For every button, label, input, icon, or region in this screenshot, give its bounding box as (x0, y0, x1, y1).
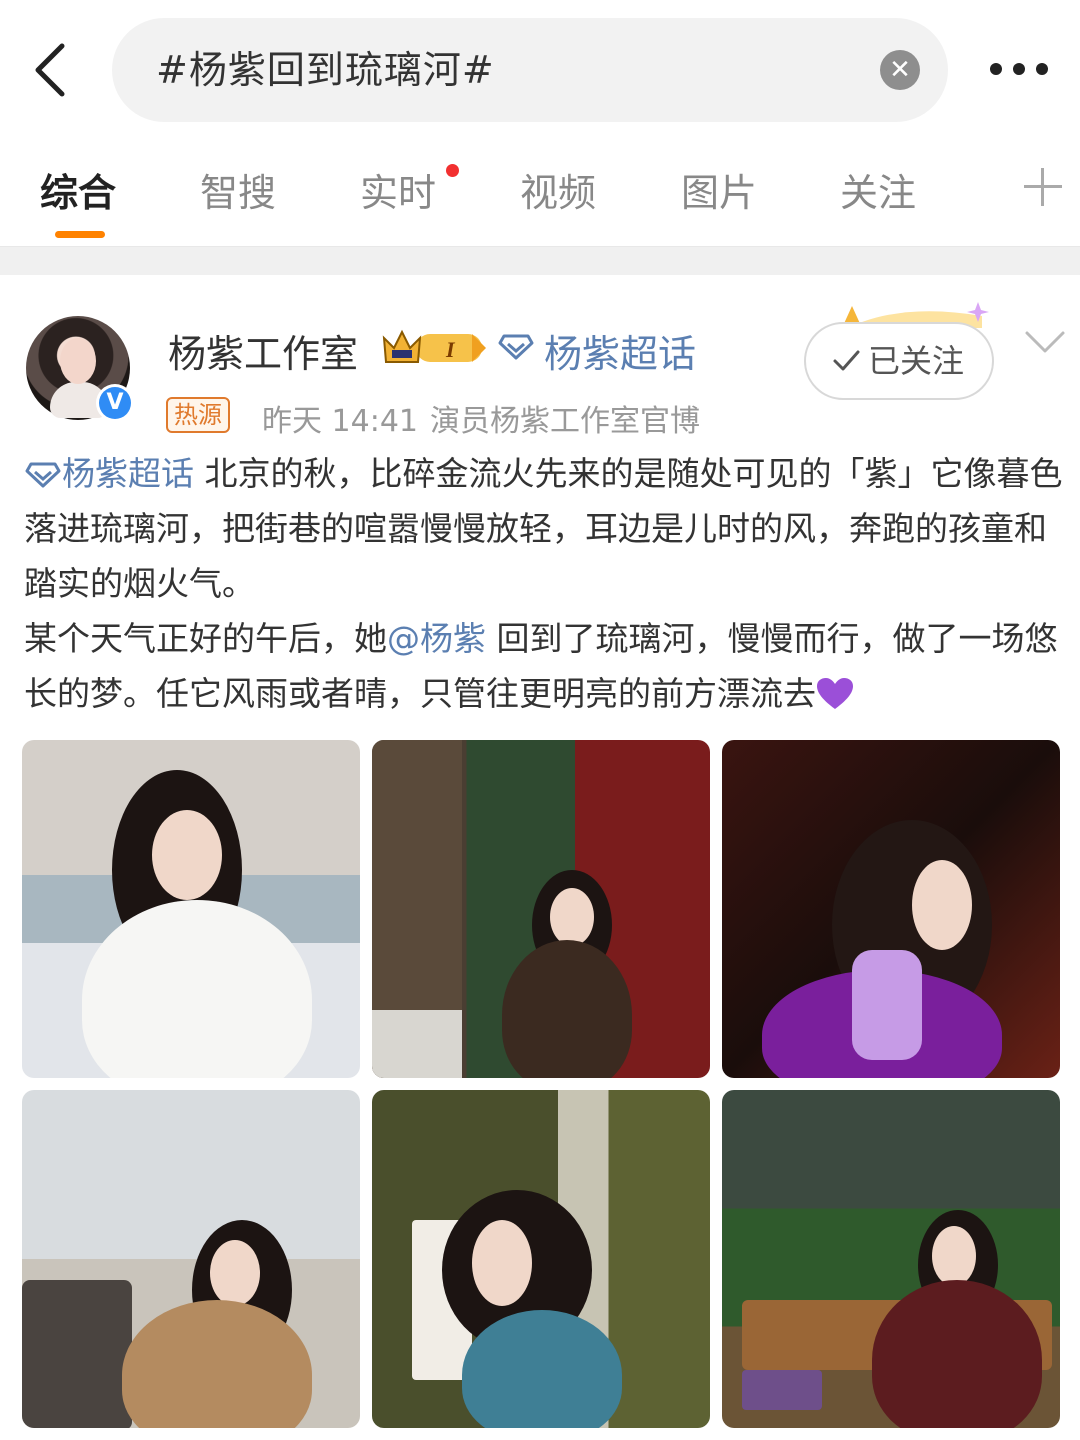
topic-link[interactable]: 杨紫超话 (62, 454, 194, 493)
tab-comprehensive[interactable]: 综合 (40, 162, 116, 217)
search-input[interactable]: #杨紫回到琉璃河# ✕ (112, 18, 948, 122)
more-icon[interactable] (984, 52, 1054, 88)
svg-text:I: I (445, 337, 456, 362)
hot-source-badge: 热源 (166, 397, 230, 433)
diamond-icon (498, 334, 534, 360)
diamond-icon (25, 462, 61, 488)
post-paragraph-2: 某个天气正好的午后，她@杨紫 回到了琉璃河，慢慢而行，做了一场悠长的梦。任它风雨… (24, 611, 1064, 721)
post-time: 昨天 14:41 (262, 404, 418, 439)
search-query: #杨紫回到琉璃河# (156, 48, 495, 92)
tab-images[interactable]: 图片 (681, 162, 757, 217)
tab-following[interactable]: 关注 (840, 162, 916, 217)
tab-realtime[interactable]: 实时 (360, 162, 436, 217)
post-text-part-2: 某个天气正好的午后，她 (24, 619, 387, 658)
purple-heart-icon (817, 678, 853, 709)
section-divider (0, 246, 1080, 275)
photo-2[interactable] (372, 740, 710, 1078)
active-tab-indicator (55, 231, 105, 238)
chevron-down-icon[interactable] (1024, 328, 1066, 356)
check-icon (833, 350, 860, 371)
follow-button[interactable]: 已关注 (804, 322, 994, 400)
mention-link[interactable]: @杨紫 (387, 619, 486, 658)
post-source: 演员杨紫工作室官博 (430, 404, 700, 439)
photo-4[interactable] (22, 1090, 360, 1428)
image-grid (22, 740, 1062, 1430)
tab-bar: 综合 智搜 实时 视频 图片 关注 (0, 148, 1080, 244)
photo-1[interactable] (22, 740, 360, 1078)
author-name[interactable]: 杨紫工作室 (168, 323, 358, 378)
supertopic-link[interactable]: 杨紫超话 (544, 323, 696, 378)
post-paragraph-1: 杨紫超话 北京的秋，比碎金流火先来的是随处可见的「紫」它像暮色落进琉璃河，把街巷… (24, 446, 1064, 611)
tab-video[interactable]: 视频 (520, 162, 596, 217)
tab-smart-search[interactable]: 智搜 (200, 162, 276, 217)
photo-5[interactable] (372, 1090, 710, 1428)
crown-icon[interactable]: I (380, 328, 490, 368)
back-arrow-icon[interactable] (28, 40, 78, 100)
verified-icon: V (96, 384, 134, 422)
plus-icon[interactable] (1024, 168, 1062, 206)
top-bar: #杨紫回到琉璃河# ✕ (0, 0, 1080, 140)
photo-3[interactable] (722, 740, 1060, 1078)
realtime-badge-dot (446, 164, 459, 177)
photo-6[interactable] (722, 1090, 1060, 1428)
follow-label: 已关注 (868, 342, 965, 380)
clear-icon[interactable]: ✕ (880, 50, 920, 90)
post-text: 杨紫超话 北京的秋，比碎金流火先来的是随处可见的「紫」它像暮色落进琉璃河，把街巷… (24, 446, 1064, 721)
